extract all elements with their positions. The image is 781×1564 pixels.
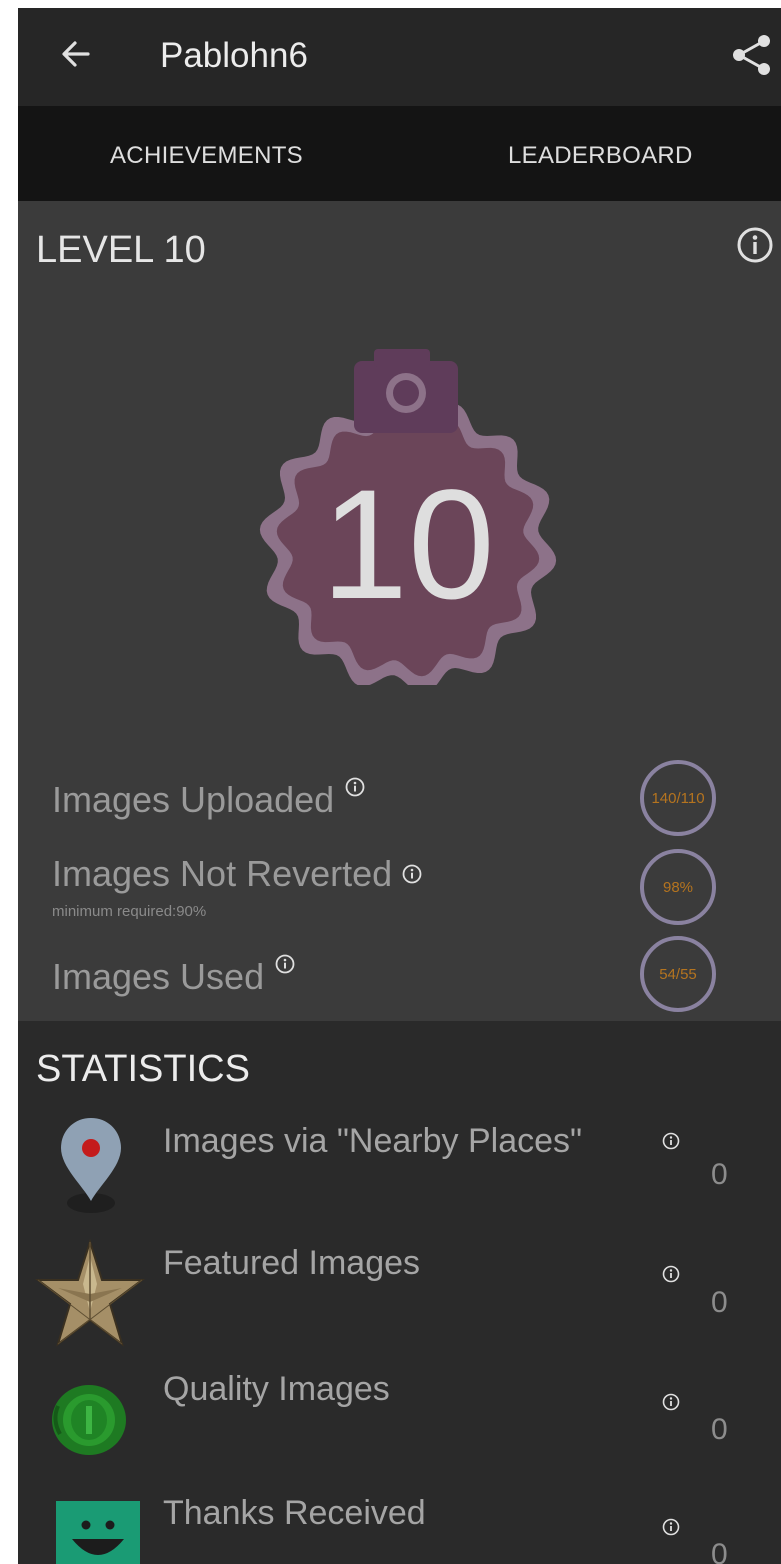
info-icon	[662, 1132, 680, 1150]
level-title: LEVEL 10	[36, 229, 206, 271]
stat-label-quality-images: Quality Images	[163, 1370, 390, 1408]
info-icon	[662, 1393, 680, 1411]
map-pin-icon	[56, 1113, 126, 1220]
info-icon	[662, 1518, 680, 1536]
nearby-places-info-button[interactable]	[660, 1130, 682, 1152]
tab-achievements[interactable]: ACHIEVEMENTS	[110, 142, 303, 170]
app-bar: Pablohn6	[18, 8, 781, 106]
metric-label-images-used: Images Used	[52, 956, 265, 997]
badge-number: 10	[321, 458, 495, 632]
tab-leaderboard[interactable]: LEADERBOARD	[508, 142, 693, 170]
quality-images-info-button[interactable]	[660, 1391, 682, 1413]
tab-bar: ACHIEVEMENTS LEADERBOARD	[18, 106, 781, 201]
thanks-received-info-button[interactable]	[660, 1516, 682, 1538]
thanks-smiley-icon	[56, 1501, 140, 1564]
images-not-reverted-minimum: minimum required:90%	[52, 903, 207, 920]
metric-label-images-not-reverted: Images Not Reverted	[52, 853, 393, 894]
images-uploaded-info-button[interactable]	[344, 776, 366, 798]
camera-top	[374, 349, 430, 367]
images-used-value: 54/55	[659, 965, 697, 983]
info-icon	[737, 227, 773, 263]
statistics-title: STATISTICS	[36, 1048, 250, 1090]
level-badge: 10	[250, 349, 566, 694]
app-screen: Pablohn6 ACHIEVEMENTS LEADERBOARD LEVEL …	[18, 8, 781, 1564]
camera-lens-inner	[393, 380, 419, 406]
level-panel: LEVEL 10 10 Images Uploaded 140/110 Imag…	[18, 201, 781, 1021]
stat-value-featured-images: 0	[711, 1286, 728, 1319]
stat-label-thanks-received: Thanks Received	[163, 1494, 426, 1532]
images-used-info-button[interactable]	[274, 953, 296, 975]
featured-star-icon	[34, 1238, 146, 1355]
images-not-reverted-value: 98%	[662, 878, 694, 896]
back-button[interactable]	[56, 34, 96, 74]
info-icon	[345, 777, 365, 797]
stat-value-nearby-places: 0	[711, 1158, 728, 1191]
images-uploaded-progress-ring: 140/110	[638, 758, 718, 838]
info-icon	[402, 864, 422, 884]
info-icon	[662, 1265, 680, 1283]
share-icon	[733, 35, 770, 75]
share-button[interactable]	[728, 32, 774, 78]
level-info-button[interactable]	[735, 225, 775, 265]
quality-seal-icon	[48, 1380, 130, 1465]
arrow-left-icon	[62, 41, 90, 67]
stat-label-featured-images: Featured Images	[163, 1244, 421, 1282]
info-icon	[275, 954, 295, 974]
images-not-reverted-progress-ring: 98%	[638, 847, 718, 927]
images-not-reverted-info-button[interactable]	[401, 863, 423, 885]
images-used-progress-ring: 54/55	[638, 934, 718, 1014]
metric-label-images-uploaded: Images Uploaded	[52, 779, 335, 820]
stat-value-quality-images: 0	[711, 1413, 728, 1446]
images-uploaded-value: 140/110	[651, 789, 705, 807]
featured-images-info-button[interactable]	[660, 1263, 682, 1285]
stat-label-nearby-places: Images via "Nearby Places"	[163, 1122, 583, 1160]
page-title: Pablohn6	[160, 36, 308, 75]
stat-value-thanks-received: 0	[711, 1538, 728, 1564]
